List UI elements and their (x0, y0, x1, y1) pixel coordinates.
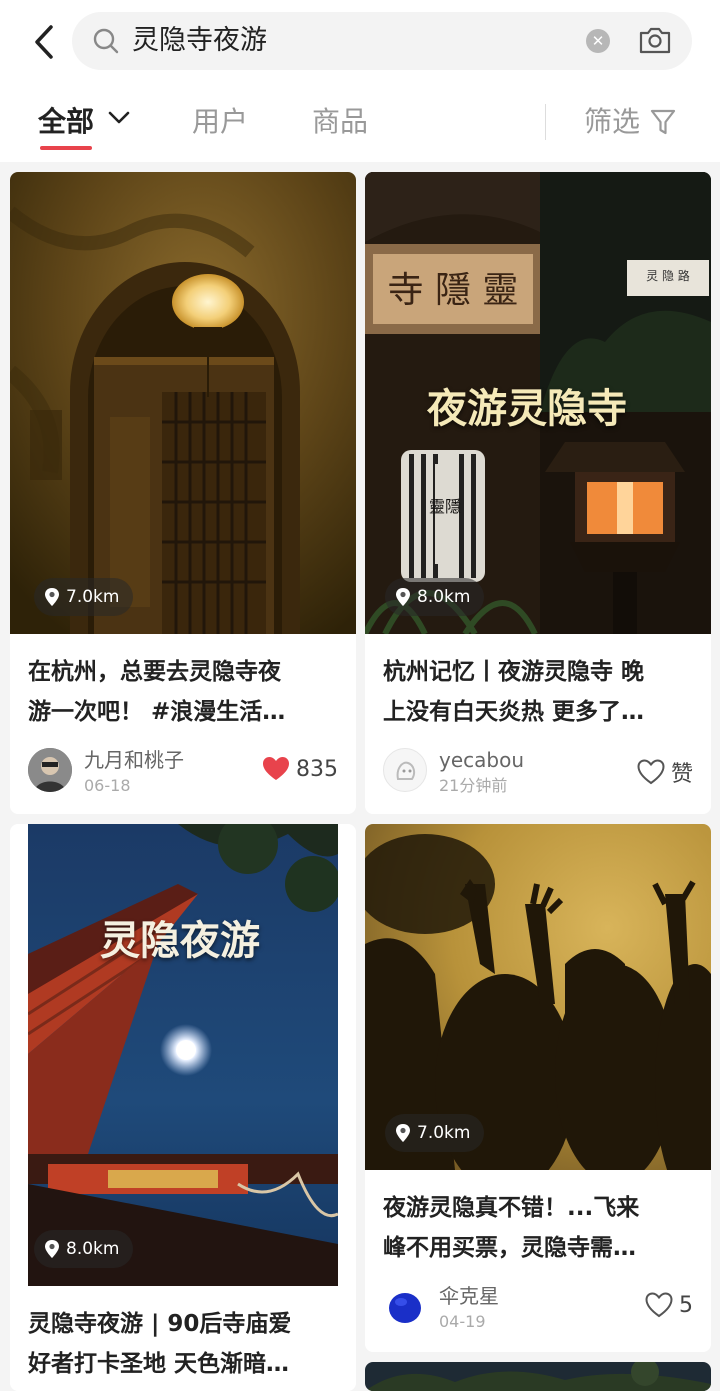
search-query[interactable]: 灵隐寺夜游 (132, 24, 267, 58)
like-button[interactable]: 5 (645, 1292, 693, 1318)
post-date: 21分钟前 (439, 776, 508, 795)
note-card[interactable]: 7.0km 夜游灵隐真不错！...飞来 峰不用买票，灵隐寺需… 伞克星 04-1… (365, 824, 711, 1352)
author-name[interactable]: yecabou (439, 748, 524, 772)
card-image[interactable]: 7.0km (10, 172, 356, 634)
like-button[interactable]: 835 (262, 756, 338, 782)
author-name[interactable]: 伞克星 (439, 1284, 499, 1308)
distance-text: 7.0km (417, 1123, 471, 1143)
card-image[interactable]: 7.0km (365, 824, 711, 1170)
like-count: 5 (679, 1292, 693, 1318)
card-title-line: 杭州记忆丨夜游灵隐寺 晚 (383, 659, 645, 685)
active-tab-indicator (40, 146, 92, 150)
avatar[interactable] (383, 748, 427, 792)
search-icon (93, 28, 119, 54)
distance-text: 8.0km (417, 587, 471, 607)
heart-outline-icon (645, 1292, 673, 1318)
distance-badge: 7.0km (34, 578, 134, 616)
lamp-text: 靈隱 (429, 497, 461, 516)
note-card[interactable]: 7.0km 在杭州，总要去灵隐寺夜 游一次吧！ #浪漫生活… 九月和桃子 06-… (10, 172, 356, 814)
chevron-down-icon[interactable] (108, 111, 130, 125)
note-card[interactable]: 灵隐夜游 8.0km 灵隐寺夜游 | 90后寺庙爱 好者打卡圣地 天色渐暗… (10, 824, 356, 1391)
distance-text: 7.0km (66, 587, 120, 607)
search-input[interactable]: 灵隐寺夜游 ✕ (72, 12, 692, 70)
heart-filled-icon (263, 757, 289, 780)
like-count: 赞 (670, 762, 693, 787)
card-image[interactable]: 寺 隱 靈 灵 隐 路 靈隱 夜游灵隐寺 8.0km (365, 172, 711, 634)
distance-badge: 7.0km (385, 1114, 485, 1152)
card-title[interactable]: 杭州记忆丨夜游灵隐寺 晚 上没有白天炎热 更多了… (383, 652, 695, 732)
card-image[interactable]: 灵隐夜游 8.0km (28, 824, 338, 1286)
location-pin-icon (45, 588, 59, 606)
image-caption: 灵隐夜游 (100, 917, 260, 964)
card-title[interactable]: 在杭州，总要去灵隐寺夜 游一次吧！ #浪漫生活… (28, 652, 340, 732)
card-image[interactable] (365, 1362, 711, 1391)
post-date: 04-19 (439, 1312, 486, 1331)
distance-badge: 8.0km (385, 578, 485, 616)
card-title[interactable]: 灵隐寺夜游 | 90后寺庙爱 好者打卡圣地 天色渐暗… (28, 1304, 340, 1384)
location-pin-icon (45, 1240, 59, 1258)
filter-button[interactable]: 筛选 (584, 104, 640, 140)
note-card[interactable] (365, 1362, 711, 1391)
tab-all[interactable]: 全部 (38, 104, 94, 140)
tab-users[interactable]: 用户 (192, 104, 248, 140)
card-title-line: 在杭州，总要去灵隐寺夜 (28, 659, 281, 685)
back-button[interactable] (26, 22, 62, 62)
image-caption: 夜游灵隐寺 (427, 385, 627, 432)
author-name[interactable]: 九月和桃子 (84, 748, 184, 772)
top-bar: 灵隐寺夜游 ✕ (0, 0, 720, 84)
avatar[interactable] (28, 748, 72, 792)
post-date: 06-18 (84, 776, 131, 795)
chevron-left-icon (35, 25, 53, 59)
sign-text: 寺 隱 靈 (388, 270, 519, 311)
distance-badge: 8.0km (34, 1230, 134, 1268)
card-title-line: 夜游灵隐真不错！...飞来 (383, 1195, 640, 1221)
card-title-line: 好者打卡圣地 天色渐暗… (28, 1351, 290, 1377)
location-pin-icon (396, 1124, 410, 1142)
card-title-line: 峰不用买票，灵隐寺需… (383, 1235, 636, 1261)
heart-outline-icon (637, 759, 665, 785)
location-pin-icon (396, 588, 410, 606)
street-sign-text: 灵 隐 路 (646, 268, 690, 283)
like-count: 835 (296, 756, 338, 782)
avatar[interactable] (383, 1284, 427, 1328)
tab-bar: 全部 用户 商品 筛选 (0, 84, 720, 162)
card-title[interactable]: 夜游灵隐真不错！...飞来 峰不用买票，灵隐寺需… (383, 1188, 695, 1268)
filter-icon[interactable] (650, 109, 676, 137)
clear-icon[interactable]: ✕ (586, 29, 610, 53)
card-title-line: 游一次吧！ #浪漫生活… (28, 699, 286, 725)
card-title-line: 灵隐寺夜游 | 90后寺庙爱 (28, 1311, 292, 1337)
note-card[interactable]: 寺 隱 靈 灵 隐 路 靈隱 夜游灵隐寺 8.0km 杭州记忆丨夜游灵隐寺 晚 (365, 172, 711, 814)
camera-icon[interactable] (638, 25, 672, 55)
card-title-line: 上没有白天炎热 更多了… (383, 699, 645, 725)
distance-text: 8.0km (66, 1239, 120, 1259)
like-button[interactable]: 赞 (637, 756, 693, 788)
tab-divider (545, 104, 546, 140)
tab-products[interactable]: 商品 (312, 104, 368, 140)
